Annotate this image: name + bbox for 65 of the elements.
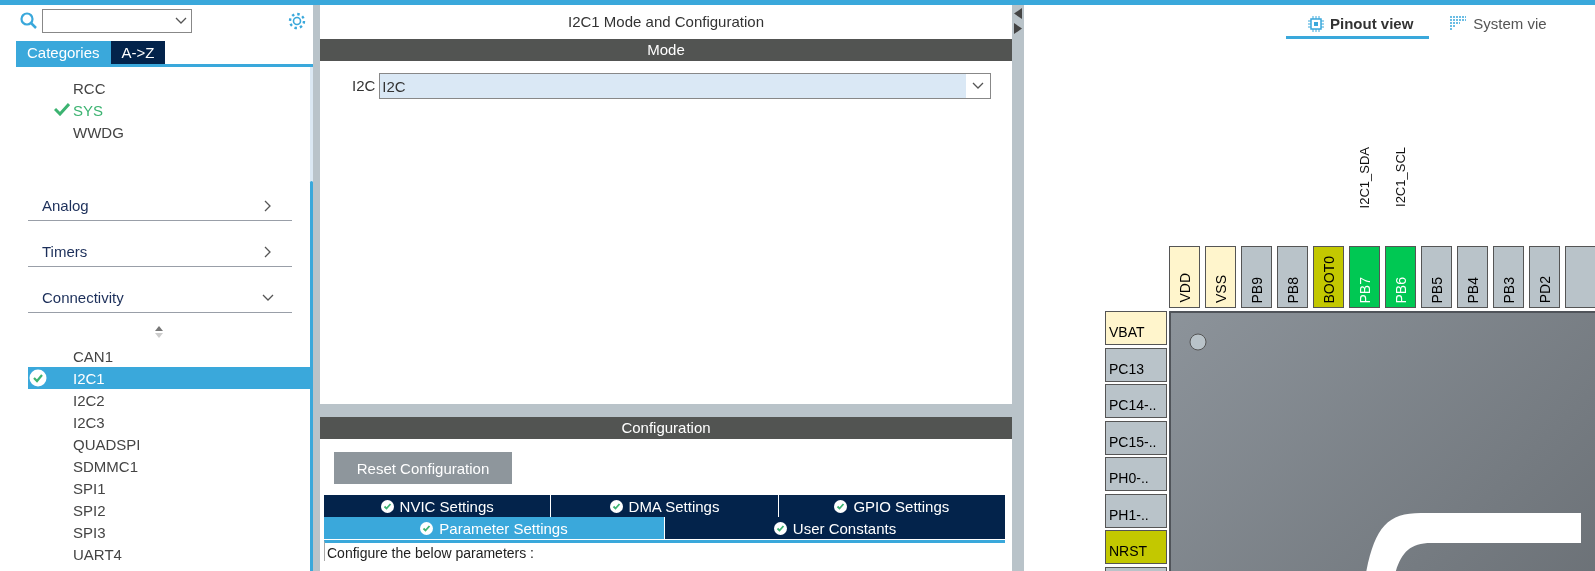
settings-tab[interactable]: User Constants — [665, 517, 1005, 539]
section-header: Configuration — [320, 417, 1012, 439]
pin[interactable]: VSS — [1205, 246, 1236, 308]
peripheral-item[interactable]: SDMMC1 — [28, 455, 310, 477]
view-tab[interactable]: Pinout view — [1286, 15, 1430, 39]
pin[interactable]: PC13 — [1105, 347, 1167, 382]
check-circle-icon — [380, 499, 394, 513]
category-header[interactable]: Analog — [28, 191, 292, 221]
section-header: Mode — [320, 39, 1012, 61]
category-label: Analog — [42, 197, 89, 214]
scrollbar-thumb[interactable] — [310, 181, 313, 571]
category-header[interactable]: Timers — [28, 237, 292, 267]
pin[interactable]: PC15-.. — [1105, 420, 1167, 455]
settings-tab[interactable]: GPIO Settings — [778, 495, 1005, 517]
category-tab[interactable]: A->Z — [110, 41, 166, 64]
pin[interactable]: NRST — [1105, 530, 1167, 564]
view-tab[interactable]: System vie — [1445, 15, 1547, 39]
pin-signal-label: I2C1_SDA — [1356, 147, 1373, 209]
settings-tab[interactable]: NVIC Settings — [324, 495, 551, 517]
settings-tab[interactable]: DMA Settings — [551, 495, 778, 517]
parameters-hint: Configure the below parameters : — [324, 540, 1005, 561]
peripheral-item[interactable]: QUADSPI — [28, 433, 310, 455]
category-label: Connectivity — [42, 289, 124, 306]
pin[interactable]: PD2 — [1529, 246, 1560, 308]
search-icon[interactable] — [20, 12, 38, 30]
list-icon — [1449, 15, 1468, 32]
check-icon — [54, 102, 70, 116]
pin[interactable]: PB5 — [1421, 246, 1452, 308]
pin[interactable]: PC14-.. — [1105, 384, 1167, 418]
category-header[interactable]: Connectivity — [28, 283, 292, 313]
pin[interactable]: PH0-.. — [1105, 457, 1167, 491]
pin[interactable]: PB9 — [1241, 246, 1272, 308]
pin[interactable]: PH1-.. — [1105, 493, 1167, 528]
peripheral-item[interactable]: CAN1 — [28, 345, 310, 367]
collapse-arrows-icon[interactable] — [1013, 7, 1023, 37]
check-circle-icon — [773, 521, 787, 535]
pin[interactable]: PB3 — [1493, 246, 1524, 308]
pin[interactable] — [1565, 246, 1595, 308]
peripheral-item[interactable]: SPI3 — [28, 521, 310, 543]
peripheral-item[interactable]: I2C3 — [28, 411, 310, 433]
pin[interactable]: PB4 — [1457, 246, 1488, 308]
check-circle-icon — [609, 499, 623, 513]
pin-one-dot-icon — [1189, 333, 1207, 351]
field-label: I2C — [352, 76, 376, 96]
chip-icon — [1308, 15, 1324, 32]
peripheral-item[interactable]: RCC — [28, 77, 310, 99]
settings-icon[interactable] — [287, 11, 307, 31]
check-circle-icon — [29, 369, 47, 387]
category-label: Timers — [42, 243, 88, 260]
pin-signal-label: I2C1_SCL — [1392, 147, 1409, 207]
peripheral-item[interactable]: WWDG — [28, 121, 310, 143]
pin[interactable]: BOOT0 — [1313, 246, 1344, 308]
peripheral-item[interactable]: I2C2 — [28, 389, 310, 411]
search-combo-field[interactable] — [42, 9, 192, 33]
pin[interactable]: VBAT — [1105, 311, 1167, 345]
check-circle-icon — [834, 499, 848, 513]
pin[interactable]: VDD — [1169, 246, 1200, 308]
pin[interactable]: PB8 — [1277, 246, 1308, 308]
sort-arrows-icon — [154, 325, 164, 339]
peripheral-item[interactable]: SPI1 — [28, 477, 310, 499]
mode-select[interactable]: I2C — [379, 73, 992, 99]
peripheral-item[interactable]: SPI2 — [28, 499, 310, 521]
check-circle-icon — [420, 521, 434, 535]
peripheral-item[interactable]: UART4 — [28, 543, 310, 565]
panel-title: I2C1 Mode and Configuration — [567, 12, 765, 32]
